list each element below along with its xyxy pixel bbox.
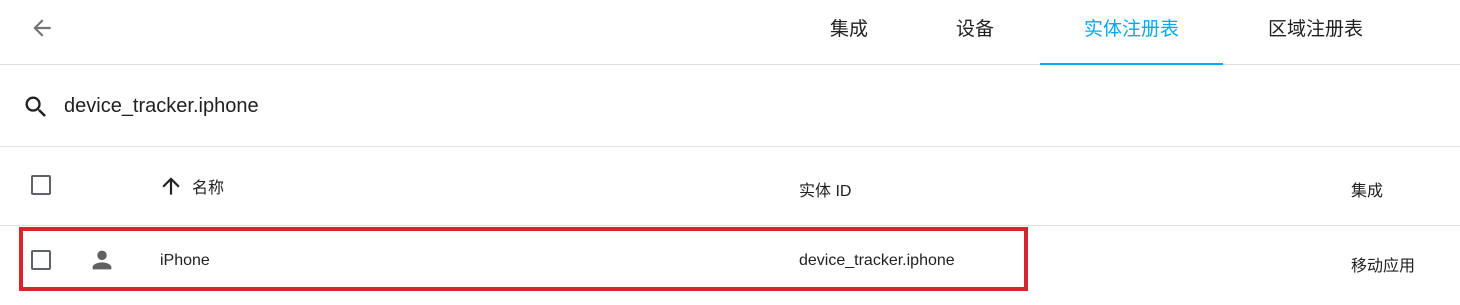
- row-entity-id: device_tracker.iphone: [799, 252, 955, 269]
- column-header-integration[interactable]: 集成: [1351, 177, 1383, 201]
- back-button[interactable]: [22, 8, 62, 48]
- tab-label: 实体注册表: [1083, 19, 1179, 40]
- arrow-up-icon: [162, 177, 180, 195]
- arrow-left-icon: [33, 19, 51, 37]
- tab-area-registry[interactable]: 区域注册表: [1224, 0, 1407, 65]
- tab-label: 设备: [955, 19, 994, 40]
- column-header-name[interactable]: 名称: [158, 173, 224, 199]
- tab-label: 区域注册表: [1267, 19, 1363, 40]
- row-name: iPhone: [160, 252, 210, 269]
- search-bar: [0, 65, 1460, 147]
- tab-integrations[interactable]: 集成: [810, 0, 888, 65]
- select-all-checkbox[interactable]: [31, 175, 51, 195]
- person-icon: [92, 250, 112, 270]
- column-label-entity-id: 实体 ID: [799, 183, 852, 200]
- toolbar: 集成 设备 实体注册表 区域注册表: [0, 0, 1460, 65]
- row-integration: 移动应用: [1351, 258, 1416, 275]
- tab-devices[interactable]: 设备: [936, 0, 1014, 65]
- tab-entity-registry[interactable]: 实体注册表: [1040, 0, 1223, 65]
- column-label-name: 名称: [192, 180, 225, 197]
- search-input[interactable]: [64, 89, 664, 123]
- row-checkbox[interactable]: [31, 250, 51, 270]
- tab-label: 集成: [829, 19, 868, 40]
- table-row[interactable]: iPhone device_tracker.iphone 移动应用: [0, 226, 1460, 296]
- column-label-integration: 集成: [1351, 183, 1384, 200]
- table-header: 名称 实体 ID 集成: [0, 147, 1460, 226]
- search-icon: [25, 96, 46, 117]
- column-header-entity-id[interactable]: 实体 ID: [799, 177, 851, 201]
